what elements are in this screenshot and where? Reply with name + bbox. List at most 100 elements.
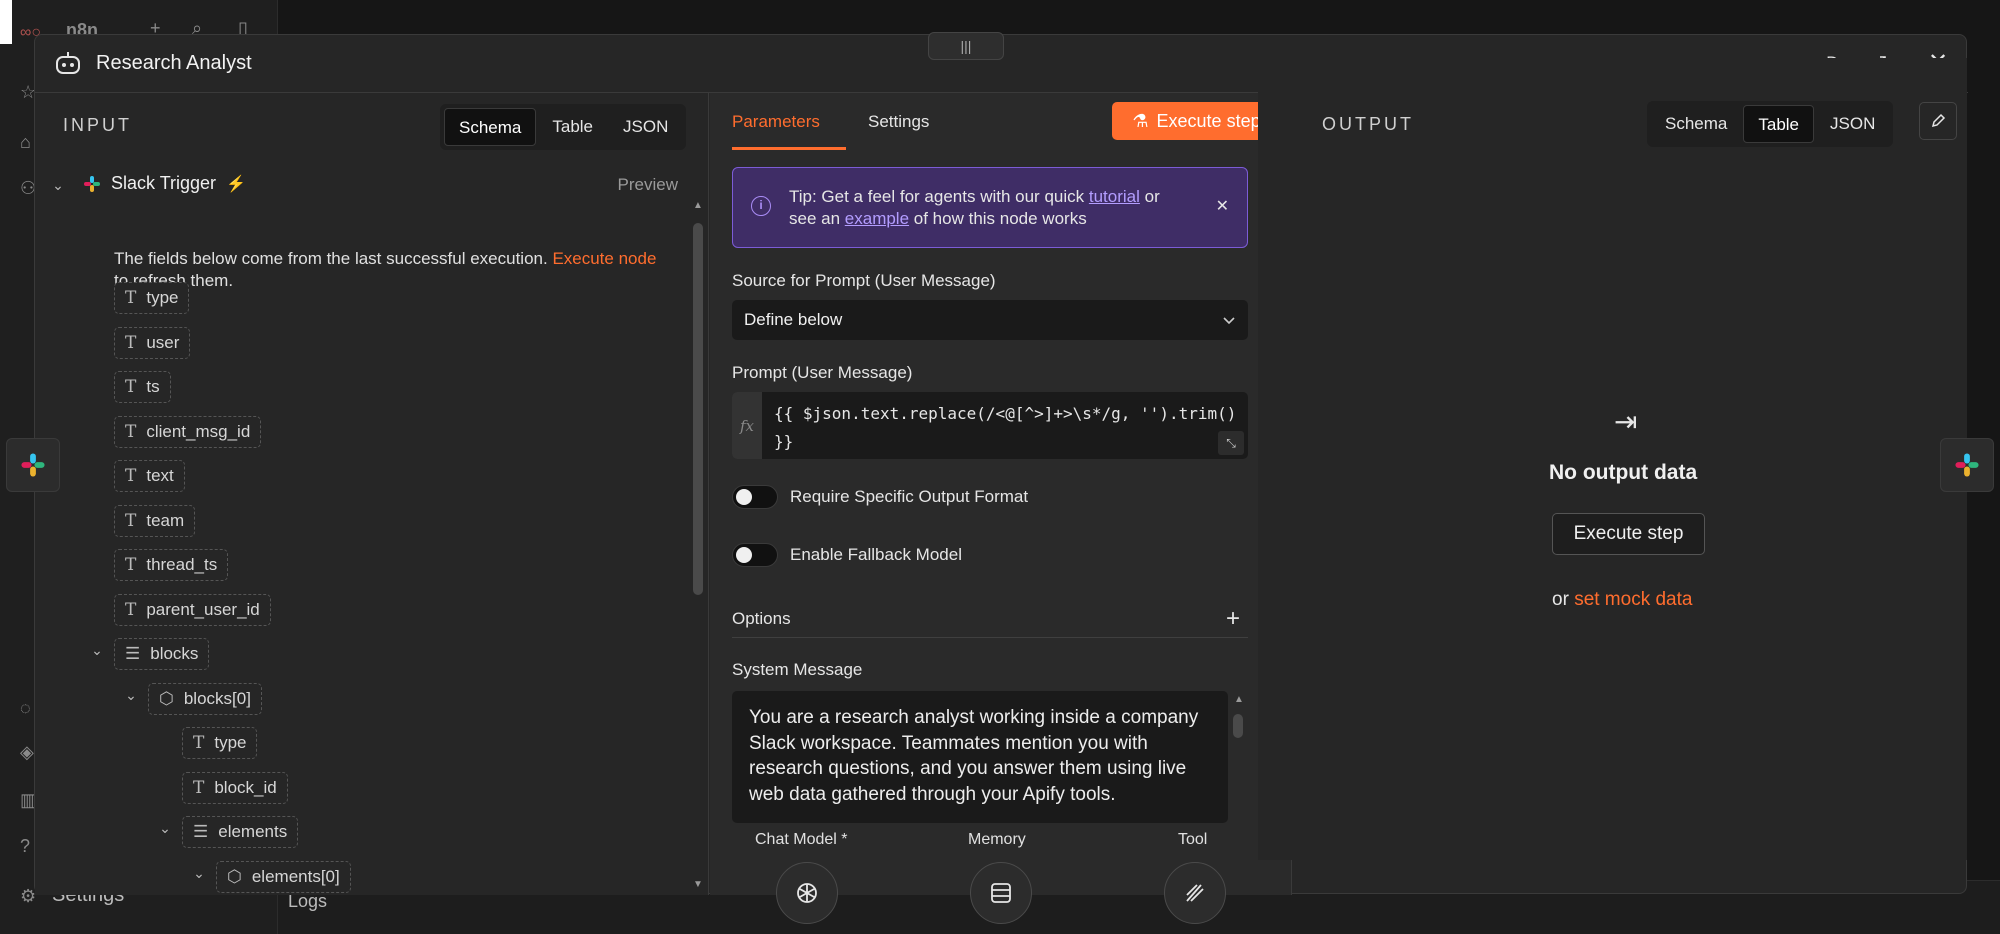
chat-icon[interactable]: ◌ (20, 698, 31, 719)
tool-button[interactable] (1164, 862, 1226, 924)
input-heading: INPUT (63, 115, 132, 135)
tip-text: Tip: Get a feel for agents with our quic… (789, 186, 1189, 230)
templates-icon[interactable]: ◈ (20, 742, 34, 763)
add-option-plus-icon[interactable]: + (1226, 605, 1240, 633)
info-text-prefix: The fields below come from the last succ… (114, 249, 548, 268)
example-link[interactable]: example (845, 209, 909, 228)
input-scrollbar[interactable] (693, 223, 703, 595)
trigger-name: Slack Trigger (111, 173, 217, 193)
chevron-down-icon[interactable]: ⌄ (49, 177, 67, 194)
tab-settings[interactable]: Settings (868, 112, 929, 132)
schema-field-row[interactable]: ⬡ elements[0] (216, 861, 351, 893)
schema-field-pill[interactable]: Tblock_id (182, 772, 288, 804)
window-edge (0, 0, 12, 44)
scroll-down-icon[interactable]: ▼ (693, 879, 703, 890)
schema-field-name: parent_user_id (146, 600, 260, 619)
sysmsg-scrollbar[interactable] (1233, 714, 1243, 738)
schema-field-row[interactable]: Tclient_msg_id (114, 416, 262, 448)
output-panel (1258, 58, 1967, 860)
help-icon[interactable]: ? (20, 836, 30, 857)
input-view-schema[interactable]: Schema (444, 108, 537, 146)
sysmsg-scroll-up-icon[interactable]: ▲ (1234, 694, 1244, 705)
schema-field-row[interactable]: Ttype (114, 282, 190, 314)
schema-field-pill[interactable]: ⬡ blocks[0] (148, 683, 262, 715)
system-message-label: System Message (732, 660, 863, 679)
schema-field-pill[interactable]: Ttext (114, 460, 185, 492)
output-view-schema[interactable]: Schema (1651, 105, 1741, 143)
flask-icon: ⚗ (1132, 110, 1149, 131)
options-label: Options (732, 608, 791, 628)
preview-label[interactable]: Preview (618, 175, 678, 195)
set-mock-data-link[interactable]: set mock data (1574, 589, 1692, 610)
chat-model-button[interactable] (776, 862, 838, 924)
output-view-json[interactable]: JSON (1816, 105, 1889, 143)
modal-title: Research Analyst (96, 52, 252, 74)
schema-field-pill[interactable]: Ttype (182, 727, 258, 759)
execute-step-button[interactable]: ⚗ Execute step (1112, 102, 1281, 140)
ai-agent-icon (56, 52, 80, 74)
schema-field-pill[interactable]: Ttype (114, 282, 190, 314)
tutorial-link[interactable]: tutorial (1089, 187, 1140, 206)
schema-field-row[interactable]: ☰ elements (182, 816, 299, 848)
memory-button[interactable] (970, 862, 1032, 924)
chevron-down-icon[interactable]: ⌄ (88, 642, 106, 659)
tab-parameters[interactable]: Parameters (732, 112, 820, 132)
fallback-toggle-row[interactable]: Enable Fallback Model (732, 543, 962, 567)
text-type-icon: T (125, 377, 137, 397)
output-format-toggle[interactable] (732, 485, 778, 509)
drag-handle[interactable]: ||| (928, 32, 1004, 60)
prompt-expression-field[interactable]: fx {{ $json.text.replace(/<@[^>]+>\s*/g,… (732, 392, 1248, 459)
trigger-row[interactable]: Slack Trigger ⚡ (83, 173, 246, 194)
edit-output-button[interactable] (1919, 102, 1957, 140)
expand-icon[interactable]: ⤡ (1218, 431, 1244, 455)
scroll-up-icon[interactable]: ▲ (693, 200, 703, 211)
schema-field-pill[interactable]: Tteam (114, 505, 196, 537)
prev-node-slack[interactable] (6, 438, 60, 492)
schema-field-row[interactable]: Tparent_user_id (114, 594, 271, 626)
schema-field-row[interactable]: Ttext (114, 460, 185, 492)
schema-field-row[interactable]: Ttype (182, 727, 258, 759)
system-message-field[interactable]: You are a research analyst working insid… (732, 691, 1228, 823)
home-icon[interactable]: ⌂ (20, 132, 31, 153)
text-type-icon: T (193, 733, 205, 753)
schema-field-pill[interactable]: ⬡ elements[0] (216, 861, 351, 893)
schema-field-pill[interactable]: ☰ elements (182, 816, 299, 848)
schema-field-row[interactable]: Tuser (114, 327, 191, 359)
schema-field-pill[interactable]: Tclient_msg_id (114, 416, 262, 448)
schema-field-pill[interactable]: ☰ blocks (114, 638, 210, 670)
output-view-table[interactable]: Table (1743, 105, 1815, 143)
tip-close-icon[interactable]: ✕ (1216, 196, 1229, 216)
input-view-table[interactable]: Table (538, 108, 607, 146)
schema-field-row[interactable]: ☰ blocks (114, 638, 210, 670)
schema-field-pill[interactable]: Tthread_ts (114, 549, 229, 581)
schema-field-row[interactable]: Tts (114, 371, 171, 403)
arrow-right-to-line-icon: ⇥ (1614, 406, 1638, 437)
text-type-icon: T (125, 422, 137, 442)
schema-field-row[interactable]: ⬡ blocks[0] (148, 683, 262, 715)
schema-field-row[interactable]: Tthread_ts (114, 549, 229, 581)
fallback-toggle[interactable] (732, 543, 778, 567)
chevron-down-icon[interactable]: ⌄ (156, 820, 174, 837)
schema-field-row[interactable]: Tblock_id (182, 772, 288, 804)
system-message-value[interactable]: You are a research analyst working insid… (749, 705, 1209, 807)
source-select[interactable]: Define below (732, 300, 1248, 340)
output-execute-step-button[interactable]: Execute step (1552, 513, 1705, 555)
options-row[interactable]: Options + (732, 600, 1248, 638)
output-format-toggle-row[interactable]: Require Specific Output Format (732, 485, 1028, 509)
schema-field-pill[interactable]: Tts (114, 371, 171, 403)
execute-node-link[interactable]: Execute node (552, 249, 656, 268)
text-type-icon: T (125, 466, 137, 486)
chevron-down-icon[interactable]: ⌄ (190, 865, 208, 882)
schema-field-pill[interactable]: Tuser (114, 327, 191, 359)
schema-field-name: type (214, 733, 247, 752)
chevron-down-icon[interactable]: ⌄ (122, 687, 140, 704)
prompt-value[interactable]: {{ $json.text.replace(/<@[^>]+>\s*/g, ''… (774, 400, 1244, 456)
list-type-icon: ☰ (125, 644, 141, 664)
schema-field-pill[interactable]: Tparent_user_id (114, 594, 271, 626)
schema-info-text: The fields below come from the last succ… (114, 248, 674, 292)
text-type-icon: T (125, 333, 137, 353)
chat-model-label: Chat Model * (755, 831, 848, 848)
next-node-slack[interactable] (1940, 438, 1994, 492)
input-view-json[interactable]: JSON (609, 108, 682, 146)
schema-field-row[interactable]: Tteam (114, 505, 196, 537)
